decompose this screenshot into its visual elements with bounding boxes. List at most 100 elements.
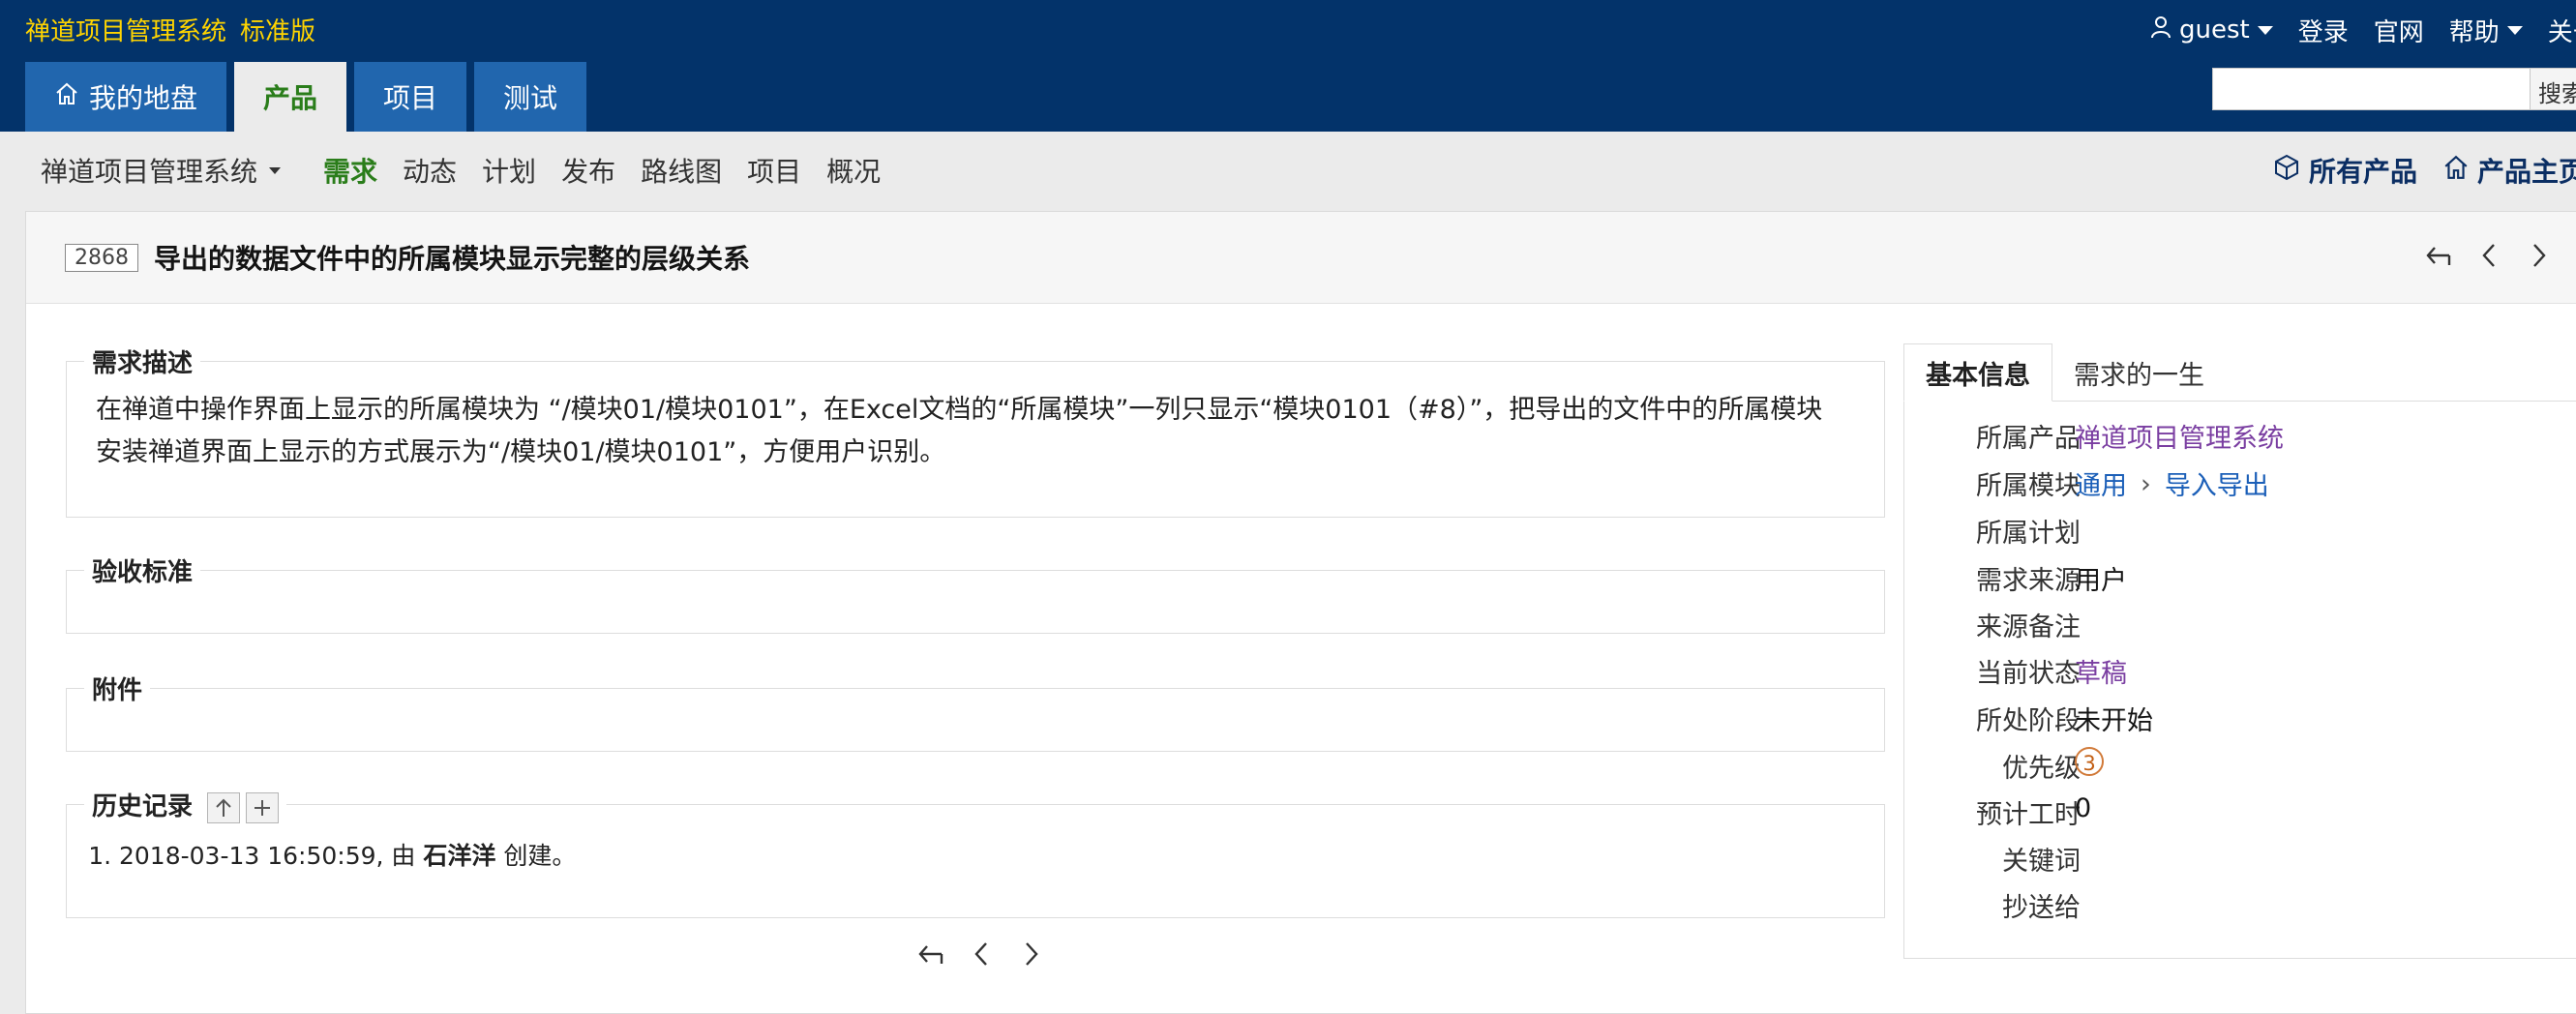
app-brand[interactable]: 禅道项目管理系统 标准版 bbox=[25, 12, 315, 47]
back-icon[interactable] bbox=[916, 938, 945, 970]
field-product: 所属产品 禅道项目管理系统 bbox=[1904, 417, 2576, 463]
field-label: 优先级 bbox=[2002, 754, 2081, 784]
subnav-plan[interactable]: 计划 bbox=[482, 151, 536, 190]
title-actions bbox=[2424, 239, 2554, 272]
nav-tab-test[interactable]: 测试 bbox=[474, 62, 587, 132]
history-legend-wrap: 历史记录 bbox=[84, 787, 286, 823]
field-label: 抄送给 bbox=[2002, 893, 2081, 923]
chevron-left-icon[interactable] bbox=[967, 938, 996, 970]
nav-tab-my[interactable]: 我的地盘 bbox=[25, 62, 227, 132]
field-status: 当前状态 草稿 bbox=[1904, 652, 2576, 699]
product-selector[interactable]: 禅道项目管理系统 bbox=[41, 151, 282, 190]
chevron-right-icon: › bbox=[2141, 469, 2151, 499]
field-label: 当前状态 bbox=[1976, 659, 2081, 689]
user-icon bbox=[2150, 15, 2172, 45]
user-name: guest bbox=[2179, 15, 2250, 45]
field-priority: 优先级 3 bbox=[1904, 747, 2576, 793]
field-value: 未开始 bbox=[2075, 706, 2153, 736]
description-line: 在禅道中操作界面上显示的所属模块为 “/模块01/模块0101”，在Excel文… bbox=[96, 395, 1823, 425]
history-entry: 2018-03-13 16:50:59, 由 石洋洋 创建。 bbox=[119, 837, 1884, 872]
back-icon[interactable] bbox=[2424, 239, 2453, 272]
module-path: 通用 › 导入导出 bbox=[2075, 464, 2269, 502]
subnav-story[interactable]: 需求 bbox=[323, 151, 377, 190]
field-label: 所属产品 bbox=[1976, 424, 2081, 454]
history-user: 石洋洋 bbox=[423, 841, 496, 870]
website-link[interactable]: 官网 bbox=[2374, 13, 2424, 48]
home-icon bbox=[54, 81, 79, 113]
product-selector-label: 禅道项目管理系统 bbox=[41, 156, 258, 188]
field-label: 关键词 bbox=[2002, 847, 2081, 877]
history-section: 历史记录 2018-03-13 16:50:59, 由 石洋洋 创建。 bbox=[66, 787, 1885, 918]
all-products-link[interactable]: 所有产品 bbox=[2272, 151, 2417, 190]
tab-basic-info[interactable]: 基本信息 bbox=[1903, 343, 2052, 402]
history-time: 2018-03-13 16:50:59, 由 bbox=[119, 841, 424, 870]
login-link[interactable]: 登录 bbox=[2298, 13, 2349, 48]
subnav-project[interactable]: 项目 bbox=[747, 151, 801, 190]
nav-tab-label: 产品 bbox=[263, 82, 318, 114]
story-detail: 2868 导出的数据文件中的所属模块显示完整的层级关系 需求描述 在禅道中操作界… bbox=[25, 211, 2576, 1014]
module-link[interactable]: 导入导出 bbox=[2165, 471, 2269, 501]
chevron-right-icon[interactable] bbox=[2525, 239, 2554, 272]
caret-down-icon bbox=[2506, 25, 2523, 35]
arrow-up-icon[interactable] bbox=[207, 791, 241, 823]
history-action: 创建。 bbox=[495, 841, 577, 870]
history-list: 2018-03-13 16:50:59, 由 石洋洋 创建。 bbox=[67, 837, 1884, 872]
field-estimate: 预计工时 0 bbox=[1904, 793, 2576, 840]
title-bar: 2868 导出的数据文件中的所属模块显示完整的层级关系 bbox=[26, 212, 2576, 304]
field-cc: 抄送给 bbox=[1904, 886, 2576, 933]
basic-info-panel: 所属产品 禅道项目管理系统 所属模块 通用 › 导入导出 所属计划 需求来源 用户 … bbox=[1903, 401, 2576, 959]
nav-tab-product[interactable]: 产品 bbox=[234, 62, 347, 132]
app-edition: 标准版 bbox=[240, 17, 316, 46]
field-label: 所属模块 bbox=[1976, 471, 2081, 501]
top-links: guest 登录 官网 帮助 关于 bbox=[2150, 13, 2576, 48]
bottom-actions bbox=[916, 938, 1046, 970]
app-header: 禅道项目管理系统标准版 guest 登录 官网 帮助 关于 我的地盘 产品 项 bbox=[0, 0, 2576, 132]
priority-value: 3 bbox=[2075, 747, 2104, 777]
field-label: 预计工时 bbox=[1976, 800, 2081, 830]
nav-tab-label: 项目 bbox=[383, 82, 438, 114]
nav-tab-label: 测试 bbox=[503, 82, 558, 114]
field-keywords: 关键词 bbox=[1904, 840, 2576, 886]
subnav-release[interactable]: 发布 bbox=[561, 151, 615, 190]
description-line: 安装禅道界面上显示的方式展示为“/模块01/模块0101”，方便用户识别。 bbox=[96, 437, 946, 467]
help-menu[interactable]: 帮助 bbox=[2449, 13, 2523, 48]
home-icon bbox=[2442, 154, 2470, 188]
subnav-roadmap[interactable]: 路线图 bbox=[641, 151, 722, 190]
module-link[interactable]: 通用 bbox=[2075, 471, 2127, 501]
field-label: 来源备注 bbox=[1976, 612, 2081, 642]
field-module: 所属模块 通用 › 导入导出 bbox=[1904, 464, 2576, 511]
story-id-badge: 2868 bbox=[65, 244, 138, 272]
app-name: 禅道项目管理系统 bbox=[25, 17, 227, 46]
nav-tab-label: 我的地盘 bbox=[89, 82, 198, 114]
product-home-link[interactable]: 产品主页 bbox=[2442, 151, 2576, 190]
caret-down-icon bbox=[2257, 25, 2273, 35]
field-label: 需求来源 bbox=[1976, 566, 2081, 596]
subnav-overview[interactable]: 概况 bbox=[826, 151, 881, 190]
description-text: 在禅道中操作界面上显示的所属模块为 “/模块01/模块0101”，在Excel文… bbox=[67, 389, 1884, 474]
user-menu[interactable]: guest bbox=[2150, 15, 2273, 45]
all-products-label: 所有产品 bbox=[2309, 156, 2418, 188]
field-source-note: 来源备注 bbox=[1904, 606, 2576, 652]
field-stage: 所处阶段 未开始 bbox=[1904, 700, 2576, 746]
search-input[interactable] bbox=[2212, 68, 2531, 110]
search-button[interactable]: 搜索 bbox=[2530, 68, 2576, 110]
chevron-left-icon[interactable] bbox=[2474, 239, 2503, 272]
side-tabs: 基本信息 需求的一生 bbox=[1903, 343, 2226, 402]
product-link[interactable]: 禅道项目管理系统 bbox=[2075, 417, 2284, 455]
product-home-label: 产品主页 bbox=[2477, 156, 2576, 188]
subnav-dynamic[interactable]: 动态 bbox=[403, 151, 457, 190]
field-plan: 所属计划 bbox=[1904, 512, 2576, 558]
nav-tab-project[interactable]: 项目 bbox=[354, 62, 467, 132]
field-value: 用户 bbox=[2075, 566, 2127, 596]
about-link[interactable]: 关于 bbox=[2548, 13, 2576, 48]
history-legend: 历史记录 bbox=[92, 792, 194, 821]
side-panel: 基本信息 需求的一生 所属产品 禅道项目管理系统 所属模块 通用 › 导入导出 所属… bbox=[1903, 343, 2576, 959]
chevron-right-icon[interactable] bbox=[1017, 938, 1046, 970]
help-label: 帮助 bbox=[2448, 17, 2500, 47]
attachments-legend: 附件 bbox=[92, 676, 143, 705]
field-source: 需求来源 用户 bbox=[1904, 559, 2576, 606]
description-section: 需求描述 在禅道中操作界面上显示的所属模块为 “/模块01/模块0101”，在E… bbox=[66, 343, 1885, 518]
plus-icon[interactable] bbox=[246, 791, 280, 823]
tab-story-life[interactable]: 需求的一生 bbox=[2052, 343, 2226, 402]
acceptance-legend: 验收标准 bbox=[92, 558, 194, 587]
